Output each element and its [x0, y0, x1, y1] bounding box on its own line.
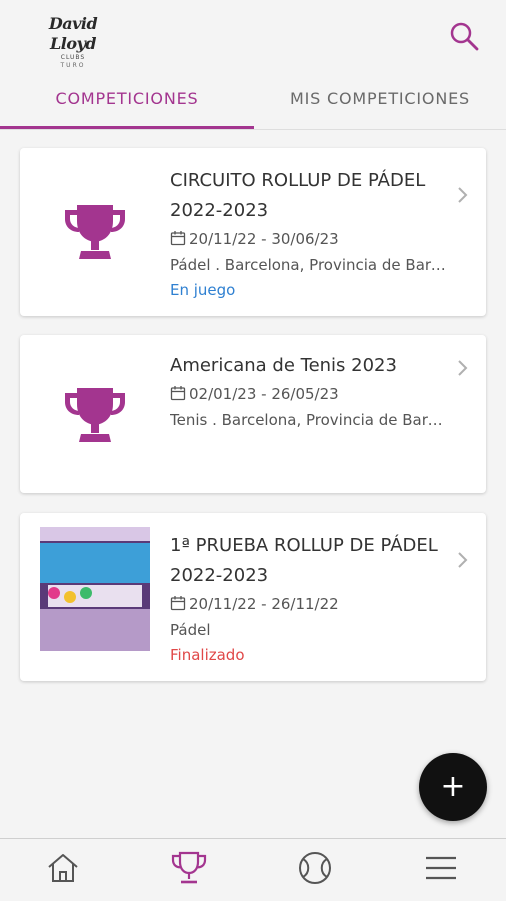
tabs-divider: [0, 129, 506, 130]
competition-tabs: COMPETICIONES MIS COMPETICIONES: [0, 70, 506, 130]
trophy-icon: [40, 355, 150, 475]
event-poster: [40, 527, 150, 651]
trophy-icon: [40, 172, 150, 292]
date-range: 20/11/22 - 30/06/23: [189, 230, 339, 248]
nav-menu[interactable]: [378, 839, 504, 901]
bottom-navigation: [0, 838, 506, 901]
calendar-icon: [170, 226, 189, 252]
competition-dates: 20/11/22 - 30/06/23: [170, 226, 450, 252]
trophy-icon: [169, 850, 209, 890]
competition-title: 1ª PRUEBA ROLLUP DE PÁDEL 2022-2023: [170, 535, 438, 586]
chevron-right-icon: [456, 186, 468, 204]
nav-competitions[interactable]: [126, 839, 252, 901]
nav-sports[interactable]: [252, 839, 378, 901]
chevron-right-icon: [456, 551, 468, 569]
competition-location: Pádel . Barcelona, Provincia de Barcelon…: [170, 256, 450, 274]
competition-location: Tenis . Barcelona, Provincia de Barcelon…: [170, 411, 450, 429]
competition-title: CIRCUITO ROLLUP DE PÁDEL 2022-2023: [170, 170, 426, 221]
nav-home[interactable]: [0, 839, 126, 901]
competition-card[interactable]: 1ª PRUEBA ROLLUP DE PÁDEL 2022-2023 20/1…: [20, 513, 486, 681]
date-range: 02/01/23 - 26/05/23: [189, 385, 339, 403]
competition-location: Pádel: [170, 621, 211, 639]
search-icon[interactable]: [448, 20, 480, 52]
status-badge: En juego: [170, 281, 236, 299]
date-range: 20/11/22 - 26/11/22: [189, 595, 339, 613]
logo-city-text: TURO: [60, 62, 86, 69]
logo-sub-text: CLUBS: [60, 54, 86, 61]
calendar-icon: [170, 381, 189, 407]
chevron-right-icon: [456, 359, 468, 377]
home-icon: [46, 852, 80, 888]
menu-icon: [424, 854, 458, 886]
status-badge: Finalizado: [170, 646, 245, 664]
logo-main-text: David Lloyd: [48, 14, 98, 53]
app-header: David Lloyd CLUBS TURO: [0, 0, 506, 70]
tab-competiciones[interactable]: COMPETICIONES: [0, 70, 254, 128]
competition-title: Americana de Tenis 2023: [170, 355, 397, 376]
tab-mis-competiciones[interactable]: MIS COMPETICIONES: [254, 70, 506, 128]
calendar-icon: [170, 591, 189, 617]
tennis-ball-icon: [297, 850, 333, 890]
add-competition-button[interactable]: +: [419, 753, 487, 821]
competition-card[interactable]: CIRCUITO ROLLUP DE PÁDEL 2022-2023 20/11…: [20, 148, 486, 316]
plus-label: +: [440, 769, 466, 804]
competition-dates: 02/01/23 - 26/05/23: [170, 381, 450, 407]
david-lloyd-logo: David Lloyd CLUBS TURO: [28, 14, 118, 69]
competition-dates: 20/11/22 - 26/11/22: [170, 591, 450, 617]
competition-card[interactable]: Americana de Tenis 2023 02/01/23 - 26/05…: [20, 335, 486, 493]
